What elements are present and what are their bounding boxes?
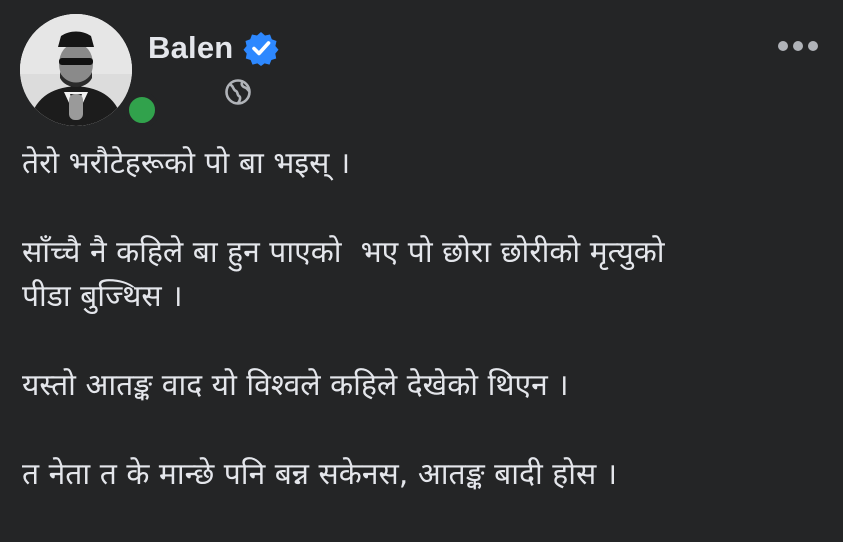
online-status-indicator <box>124 92 160 128</box>
more-options-button[interactable] <box>772 30 824 62</box>
profile-photo <box>20 14 132 126</box>
verified-badge-icon <box>243 30 279 66</box>
post-paragraph: साँच्चै नै कहिले बा हुन पाएको भए पो छोरा… <box>22 235 665 314</box>
more-options-icon <box>793 41 803 51</box>
globe-icon[interactable] <box>223 77 253 107</box>
avatar[interactable] <box>20 14 132 126</box>
facebook-post: Balen तेरो भरौटेहरूको पो बा भइस् । साँच्… <box>0 0 843 529</box>
post-paragraph: तेरो भरौटेहरूको पो बा भइस् । <box>22 146 351 181</box>
post-body: तेरो भरौटेहरूको पो बा भइस् । साँच्चै नै … <box>22 142 822 542</box>
author-row: Balen <box>148 28 279 68</box>
author-name[interactable]: Balen <box>148 30 233 66</box>
post-paragraph: यस्तो आतङ्क वाद यो विश्वले कहिले देखेको … <box>22 368 569 403</box>
author-avatar-container[interactable] <box>20 14 160 128</box>
more-options-icon <box>778 41 788 51</box>
more-options-icon <box>808 41 818 51</box>
post-paragraph: त नेता त के मान्छे पनि बन्न सकेनस, आतङ्क… <box>22 457 618 492</box>
